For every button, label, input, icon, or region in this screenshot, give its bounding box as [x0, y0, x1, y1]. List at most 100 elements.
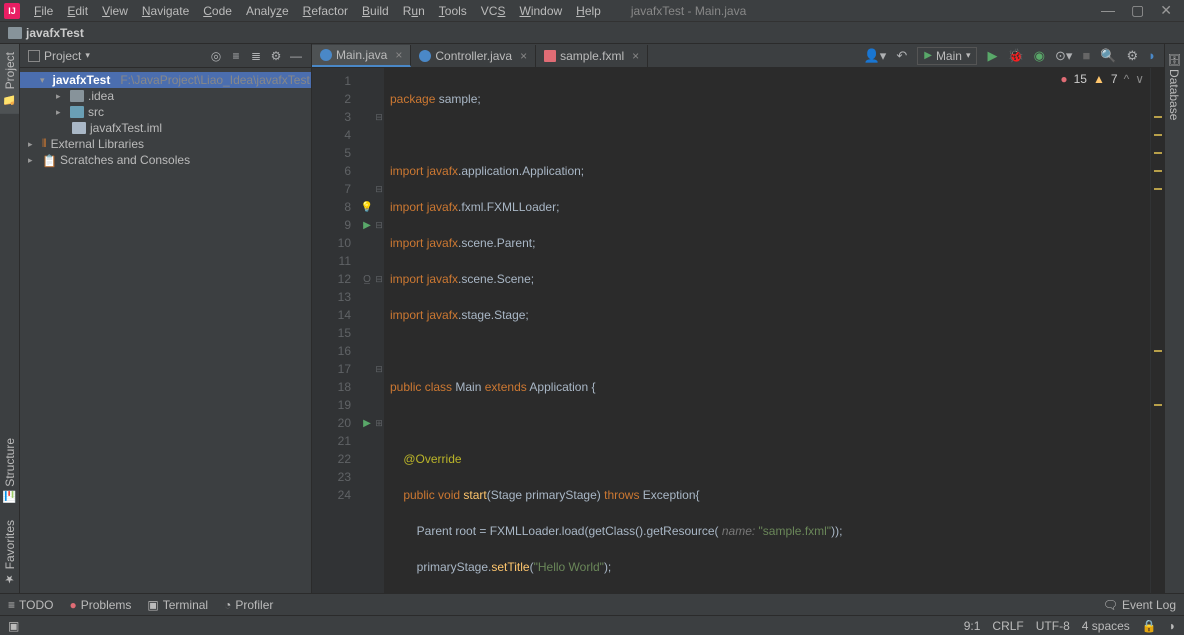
fold-end-icon[interactable]: ⊟ [374, 180, 384, 198]
tab-controller-java[interactable]: Controller.java × [411, 45, 536, 67]
ide-settings-icon[interactable]: ⚙ [1126, 48, 1138, 64]
tree-root[interactable]: ▾ javafxTest F:\JavaProject\Liao_Idea\ja… [20, 72, 311, 88]
hide-windows-icon[interactable]: ▣ [8, 619, 19, 633]
window-title: javafxTest - Main.java [607, 4, 1101, 18]
todo-icon: ≡ [8, 598, 15, 612]
project-panel-title[interactable]: Project ▾ [28, 49, 209, 63]
event-log-icon: 🗨 [1103, 598, 1118, 612]
main-area: 📁 Project 📊 Structure ★ Favorites Projec… [0, 44, 1184, 593]
run-gutter-icon[interactable]: ▶ [360, 414, 374, 432]
tab-close-icon[interactable]: × [632, 49, 639, 63]
run-gutter-icon[interactable]: ▶ [360, 216, 374, 234]
status-encoding[interactable]: UTF-8 [1036, 619, 1070, 633]
menu-window[interactable]: Window [513, 2, 568, 20]
debug-button[interactable]: 🐞 [1007, 48, 1023, 64]
collapse-icon[interactable]: ≣ [249, 49, 263, 63]
menu-run[interactable]: Run [397, 2, 431, 20]
topbar-toolbar: 👤▾ ↶ ▶ Main ▾ ▶ 🐞 ◉ ⊙▾ ■ 🔍 ⚙ ◗ [864, 47, 1164, 65]
editor-tabs: Main.java × Controller.java × sample.fxm… [312, 45, 864, 67]
fold-strip: ⊟ ⊟ ⊟ ⊟ ⊟ ⊞ [374, 68, 384, 593]
line-gutter: 123 456 789 101112 131415 161718 192021 … [312, 68, 360, 593]
code-editor[interactable]: package sample; import javafx.applicatio… [384, 68, 1150, 593]
menu-edit[interactable]: Edit [61, 2, 94, 20]
menu-file[interactable]: File [28, 2, 59, 20]
tab-main-java[interactable]: Main.java × [312, 45, 411, 67]
java-icon [320, 49, 332, 61]
navigation-bar: javafxTest [0, 22, 1184, 44]
minimize-panel-icon[interactable]: — [289, 49, 303, 63]
problems-icon: ● [69, 598, 76, 612]
app-icon: IJ [4, 3, 20, 19]
terminal-icon: ▣ [147, 598, 158, 612]
status-line-ending[interactable]: CRLF [992, 619, 1023, 633]
fold-icon[interactable]: ⊟ [374, 108, 384, 126]
bottom-todo[interactable]: ≡TODO [8, 598, 53, 612]
right-tab-database[interactable]: 🗄 Database [1165, 44, 1184, 128]
left-tab-project[interactable]: 📁 Project [0, 44, 19, 114]
project-tree: ▾ javafxTest F:\JavaProject\Liao_Idea\ja… [20, 68, 311, 593]
menu-build[interactable]: Build [356, 2, 395, 20]
bulb-icon[interactable]: 💡 [360, 198, 374, 216]
gutter-marks: 💡 ▶ O̲ ▶ [360, 68, 374, 593]
menu-navigate[interactable]: Navigate [136, 2, 195, 20]
folder-icon [8, 27, 22, 39]
profile-button[interactable]: ⊙▾ [1055, 48, 1072, 64]
search-icon[interactable]: 🔍 [1100, 48, 1116, 64]
status-indent[interactable]: 4 spaces [1082, 619, 1130, 633]
stop-button[interactable]: ■ [1082, 48, 1090, 63]
tab-sample-fxml[interactable]: sample.fxml × [536, 45, 648, 67]
fold-icon[interactable]: ⊞ [374, 414, 384, 432]
minimize-button[interactable]: — [1101, 2, 1115, 19]
tree-src[interactable]: ▸src [20, 104, 311, 120]
titlebar: IJ File Edit View Navigate Code Analyze … [0, 0, 1184, 22]
settings-icon[interactable]: ⚙ [269, 49, 283, 63]
bottom-profiler[interactable]: ◔Profiler [224, 598, 273, 612]
menu-view[interactable]: View [96, 2, 134, 20]
fold-icon[interactable]: ⊟ [374, 270, 384, 288]
tree-iml[interactable]: javafxTest.iml [20, 120, 311, 136]
menu-refactor[interactable]: Refactor [297, 2, 354, 20]
coverage-button[interactable]: ◉ [1034, 48, 1045, 64]
tab-close-icon[interactable]: × [395, 48, 402, 62]
tree-external-libraries[interactable]: ▸⫴External Libraries [20, 136, 311, 152]
run-config-selector[interactable]: ▶ Main ▾ [917, 47, 977, 65]
close-button[interactable]: ✕ [1160, 2, 1172, 19]
menu-code[interactable]: Code [197, 2, 238, 20]
menu-vcs[interactable]: VCS [475, 2, 512, 20]
left-tab-favorites[interactable]: ★ Favorites [0, 512, 19, 593]
main-menu: File Edit View Navigate Code Analyze Ref… [28, 2, 607, 20]
tree-idea[interactable]: ▸.idea [20, 88, 311, 104]
avatar-icon[interactable]: ◗ [1148, 48, 1156, 63]
project-panel-header: Project ▾ ◎ ≡ ≣ ⚙ — [20, 44, 311, 68]
left-tab-structure[interactable]: 📊 Structure [0, 430, 19, 511]
status-linecol[interactable]: 9:1 [964, 619, 981, 633]
menu-help[interactable]: Help [570, 2, 607, 20]
project-panel: Project ▾ ◎ ≡ ≣ ⚙ — ▾ javafxTest F:\Java… [20, 44, 312, 593]
error-strip[interactable] [1150, 68, 1164, 593]
status-widget-icon[interactable]: ◗ [1169, 619, 1176, 633]
bottom-terminal[interactable]: ▣Terminal [147, 598, 208, 612]
editor-topbar: Main.java × Controller.java × sample.fxm… [312, 44, 1164, 68]
editor-body: 123 456 789 101112 131415 161718 192021 … [312, 68, 1164, 593]
tree-scratches[interactable]: ▸📋Scratches and Consoles [20, 152, 311, 168]
breadcrumb[interactable]: javafxTest [26, 26, 84, 40]
override-icon[interactable]: O̲ [360, 270, 374, 288]
expand-icon[interactable]: ≡ [229, 49, 243, 63]
add-user-icon[interactable]: 👤▾ [864, 48, 887, 64]
menu-analyze[interactable]: Analyze [240, 2, 295, 20]
bottom-problems[interactable]: ●Problems [69, 598, 131, 612]
status-bar: ▣ 9:1 CRLF UTF-8 4 spaces 🔒 ◗ [0, 615, 1184, 635]
inspection-summary[interactable]: ●15 ▲7 ^∨ [1060, 72, 1144, 86]
run-button[interactable]: ▶ [987, 48, 997, 64]
locate-icon[interactable]: ◎ [209, 49, 223, 63]
tab-label: Controller.java [435, 49, 512, 63]
menu-tools[interactable]: Tools [433, 2, 473, 20]
bottom-tool-bar: ≡TODO ●Problems ▣Terminal ◔Profiler 🗨Eve… [0, 593, 1184, 615]
bottom-event-log[interactable]: 🗨Event Log [1103, 598, 1176, 612]
tab-close-icon[interactable]: × [520, 49, 527, 63]
fold-icon[interactable]: ⊟ [374, 216, 384, 234]
status-lock-icon[interactable]: 🔒 [1142, 619, 1157, 633]
window-controls: — ▢ ✕ [1101, 2, 1180, 19]
back-icon[interactable]: ↶ [896, 48, 907, 64]
maximize-button[interactable]: ▢ [1131, 2, 1144, 19]
